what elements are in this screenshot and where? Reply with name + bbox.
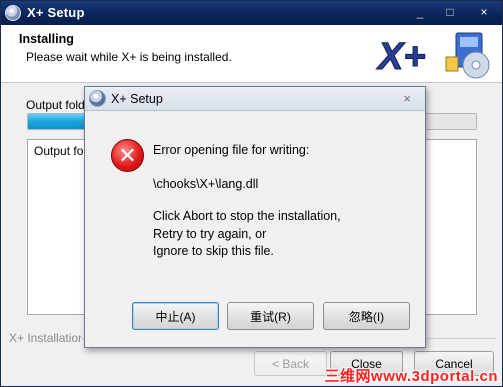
abort-button-label: 中止(A) xyxy=(155,309,196,324)
retry-button-label: 重试(R) xyxy=(250,309,291,324)
retry-button[interactable]: 重试(R) xyxy=(227,302,314,330)
ignore-button[interactable]: 忽略(I) xyxy=(323,302,410,330)
ignore-button-label: 忽略(I) xyxy=(348,309,385,324)
xplus-logo: X+ xyxy=(376,32,490,79)
dialog-titlebar[interactable]: X+ Setup × xyxy=(85,87,425,111)
branding-text: X+ Installation xyxy=(9,331,81,345)
back-button-label: < Back xyxy=(271,356,310,371)
watermark: 三维网www.3dportal.cn xyxy=(324,368,498,385)
minimize-button[interactable]: _ xyxy=(410,4,430,20)
maximize-button[interactable]: □ xyxy=(440,4,460,20)
close-window-button[interactable]: × xyxy=(470,4,498,20)
error-dialog: X+ Setup × ✕ Error opening file for writ… xyxy=(84,86,426,348)
setup-disc-icon xyxy=(89,90,106,107)
log-line: Output fol xyxy=(34,144,86,158)
error-message-line: Error opening file for writing: xyxy=(153,143,310,157)
logo-text: X+ xyxy=(376,36,426,78)
instruction-line: Click Abort to stop the installation, xyxy=(153,209,341,223)
window-title: X+ Setup xyxy=(27,5,85,20)
dialog-close-button[interactable]: × xyxy=(403,91,411,106)
page-title: Installing xyxy=(19,32,74,46)
instruction-line: Ignore to skip this file. xyxy=(153,244,274,258)
status-label: Output folde xyxy=(26,98,86,112)
back-button[interactable]: < Back xyxy=(254,351,327,376)
abort-button[interactable]: 中止(A) xyxy=(132,302,219,330)
installer-titlebar[interactable]: X+ Setup _ □ × xyxy=(1,1,502,25)
instruction-line: Retry to try again, or xyxy=(153,227,267,241)
error-file-path: \chooks\X+\lang.dll xyxy=(153,177,259,191)
page-subtitle: Please wait while X+ is being installed. xyxy=(26,50,232,64)
dialog-title: X+ Setup xyxy=(111,92,163,106)
error-x-icon: ✕ xyxy=(111,139,144,172)
setup-disc-icon xyxy=(5,5,21,21)
installer-header: Installing Please wait while X+ is being… xyxy=(1,25,502,83)
